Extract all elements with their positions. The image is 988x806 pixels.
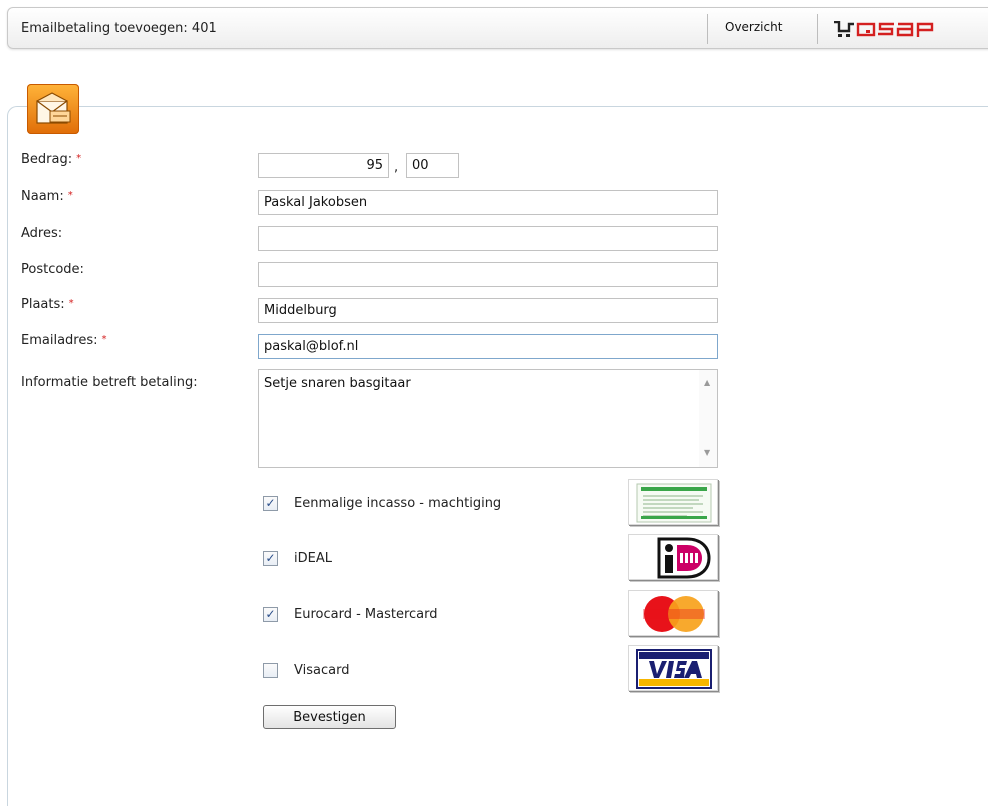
email-input[interactable] xyxy=(258,334,718,359)
divider xyxy=(817,14,818,44)
ideal-checkbox[interactable]: ✓ xyxy=(263,550,278,566)
payment-method-label: Eurocard - Mastercard xyxy=(294,606,438,622)
required-marker: * xyxy=(101,334,107,345)
payment-info-textarea[interactable]: Setje snaren basgitaar xyxy=(259,370,699,467)
email-payment-icon xyxy=(27,84,79,134)
incasso-form-icon xyxy=(628,479,718,525)
required-marker: * xyxy=(76,153,82,164)
amount-euros-input[interactable] xyxy=(258,153,389,178)
payment-method-mastercard[interactable]: ✓ Eurocard - Mastercard xyxy=(263,603,438,625)
address-input[interactable] xyxy=(258,226,718,251)
postcode-input[interactable] xyxy=(258,262,718,287)
amount-cents-input[interactable] xyxy=(406,153,459,178)
decimal-separator: , xyxy=(394,160,399,175)
payment-method-label: Visacard xyxy=(294,662,350,678)
scroll-up-arrow-icon[interactable]: ▲ xyxy=(704,378,710,387)
required-marker: * xyxy=(67,190,73,201)
city-label: Plaats: * xyxy=(21,297,74,312)
visa-logo xyxy=(628,645,718,691)
mastercard-logo xyxy=(628,590,718,636)
payment-info-label: Informatie betreft betaling: xyxy=(21,375,198,390)
amount-label: Bedrag: * xyxy=(21,152,82,167)
payment-info-box: Setje snaren basgitaar ▲ ▼ xyxy=(258,369,718,468)
required-marker: * xyxy=(68,298,74,309)
visa-checkbox[interactable] xyxy=(263,662,278,678)
textarea-scrollbar[interactable]: ▲ ▼ xyxy=(699,370,717,467)
qsap-logo xyxy=(834,21,988,38)
ideal-logo xyxy=(628,534,718,580)
divider xyxy=(707,14,708,44)
overview-link[interactable]: Overzicht xyxy=(725,20,782,34)
payment-method-label: Eenmalige incasso - machtiging xyxy=(294,495,502,511)
top-bar: Emailbetaling toevoegen: 401 Overzicht xyxy=(7,7,988,49)
mastercard-checkbox[interactable]: ✓ xyxy=(263,606,278,622)
payment-method-visa[interactable]: Visacard xyxy=(263,659,349,681)
incasso-checkbox[interactable]: ✓ xyxy=(263,495,278,511)
postcode-label: Postcode: xyxy=(21,262,84,277)
page-title: Emailbetaling toevoegen: 401 xyxy=(21,21,217,36)
confirm-button[interactable]: Bevestigen xyxy=(263,705,396,729)
payment-method-incasso[interactable]: ✓ Eenmalige incasso - machtiging xyxy=(263,492,501,514)
name-label: Naam: * xyxy=(21,189,73,204)
payment-method-label: iDEAL xyxy=(294,550,332,566)
scroll-down-arrow-icon[interactable]: ▼ xyxy=(704,448,710,457)
name-input[interactable] xyxy=(258,190,718,215)
address-label: Adres: xyxy=(21,226,63,241)
payment-method-ideal[interactable]: ✓ iDEAL xyxy=(263,547,332,569)
city-input[interactable] xyxy=(258,298,718,323)
email-label: Emailadres: * xyxy=(21,333,107,348)
